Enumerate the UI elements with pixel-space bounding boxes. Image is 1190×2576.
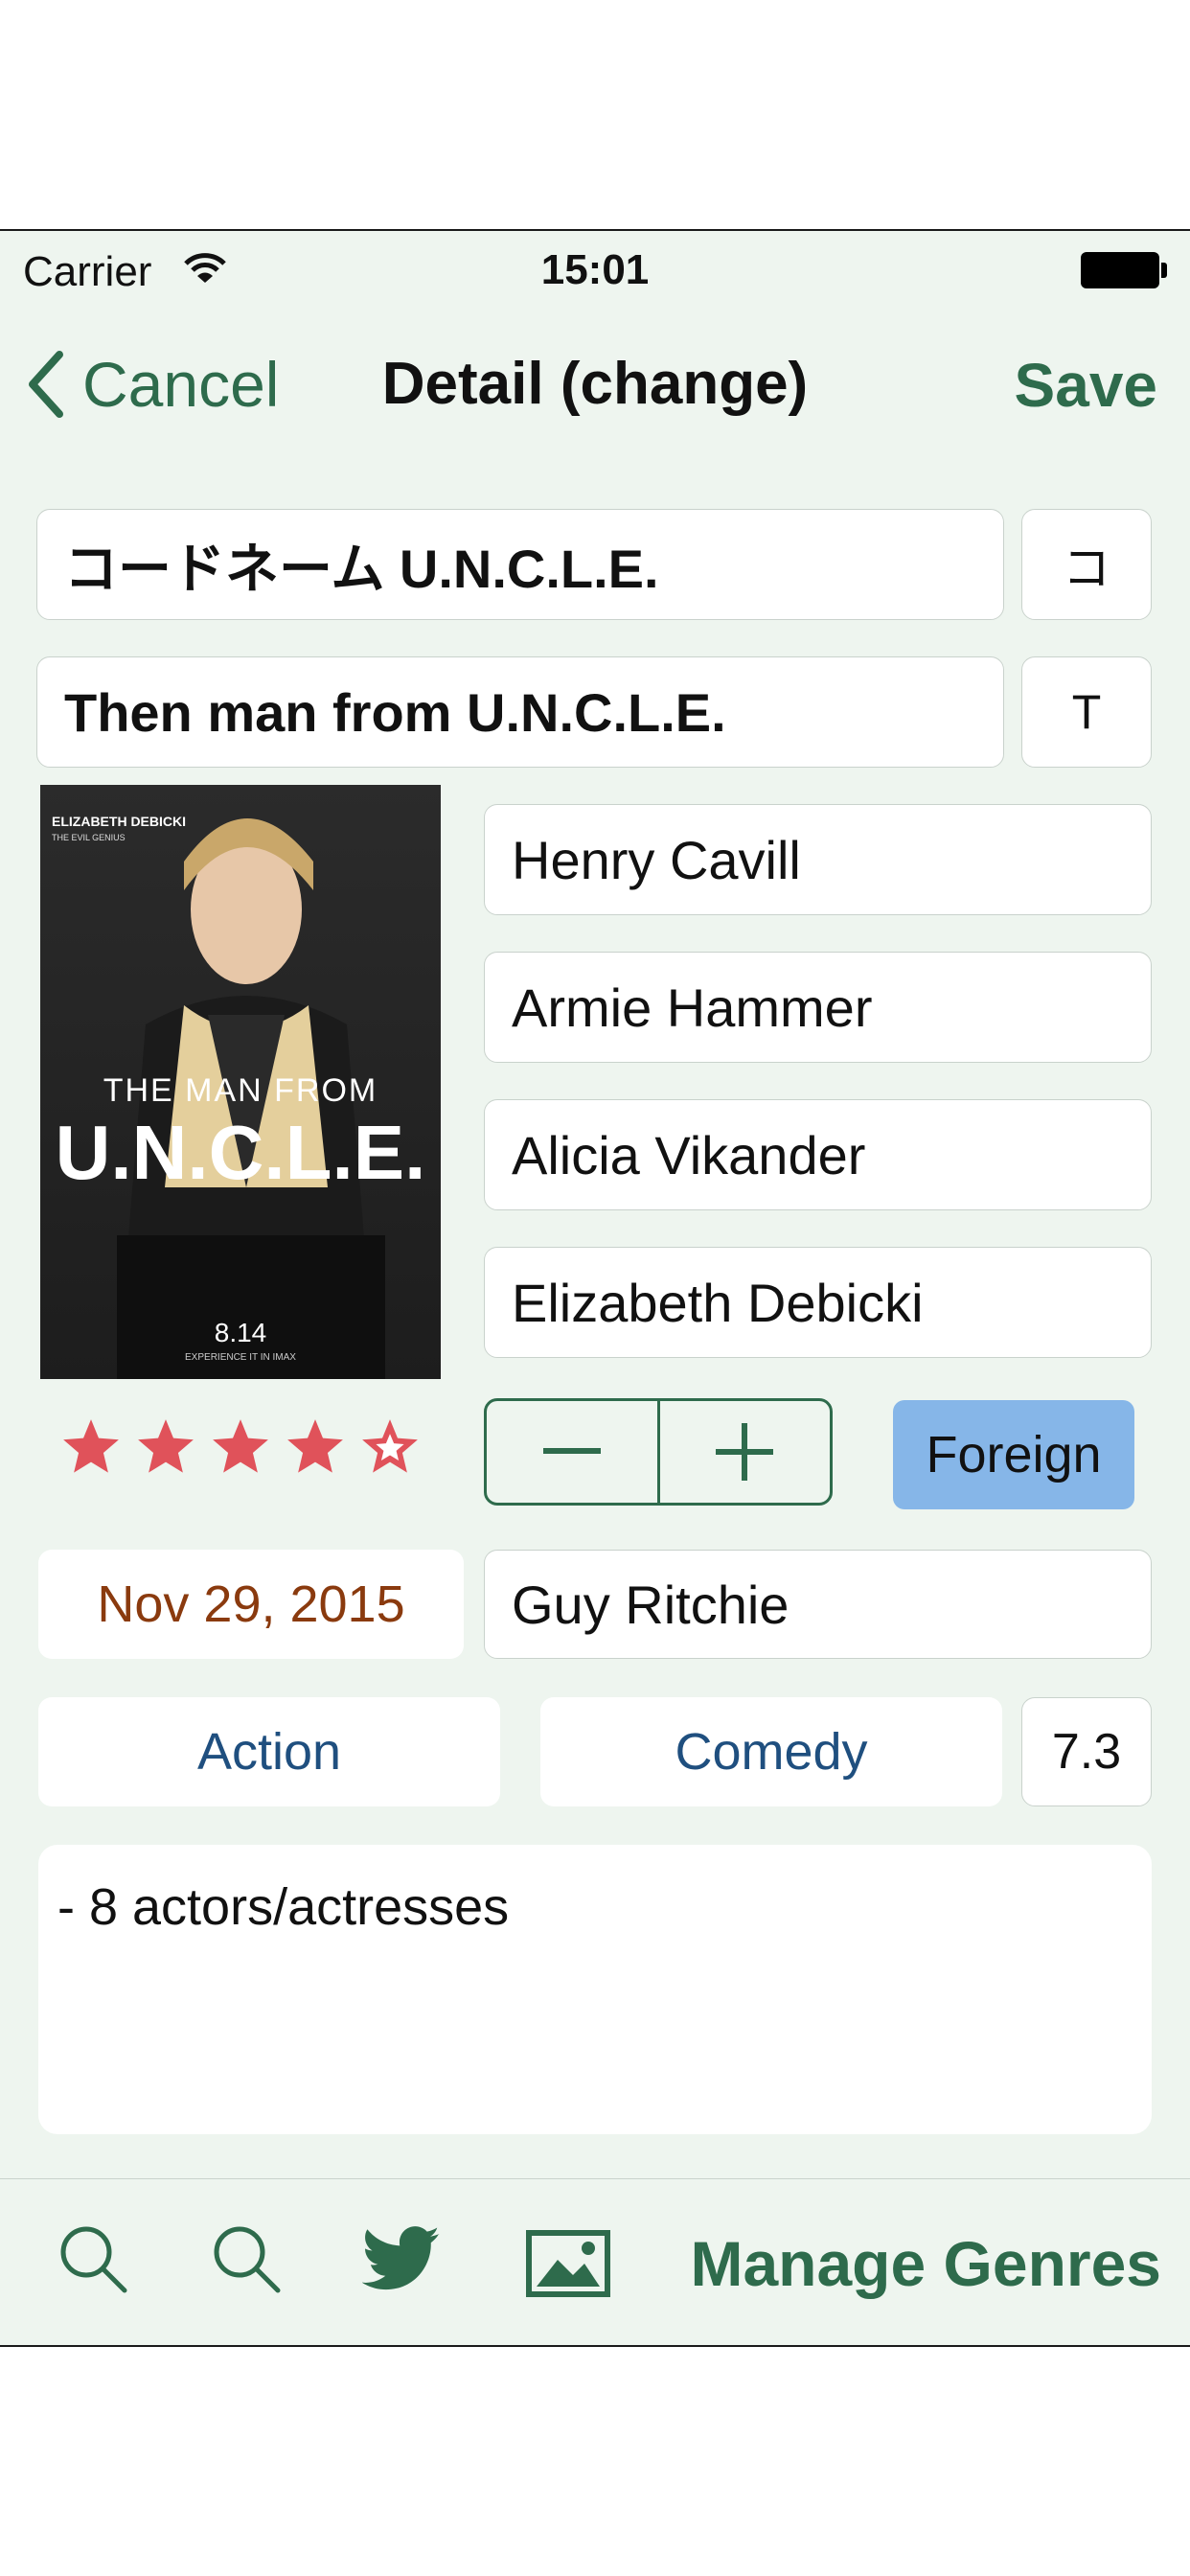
star-full-icon[interactable]: [134, 1415, 197, 1479]
score-field[interactable]: 7.3: [1021, 1697, 1152, 1806]
twitter-icon[interactable]: [362, 2225, 441, 2292]
poster-credit-sub: THE EVIL GENIUS: [52, 833, 126, 842]
poster-date: 8.14: [214, 1318, 267, 1347]
poster-tagline: EXPERIENCE IT IN IMAX: [185, 1352, 296, 1363]
star-full-icon[interactable]: [284, 1415, 347, 1479]
title-en-index-button[interactable]: T: [1021, 656, 1152, 768]
page-title: Detail (change): [381, 351, 809, 417]
rating-stepper[interactable]: [484, 1398, 833, 1506]
status-time: 15:01: [540, 246, 650, 293]
cast-field-2[interactable]: Armie Hammer: [484, 952, 1152, 1063]
star-rating[interactable]: [59, 1415, 422, 1479]
app-screen: Carrier 15:01 Cancel Detail (change) Sav…: [0, 229, 1190, 2347]
title-ja-input[interactable]: コードネーム U.N.C.L.E.: [36, 509, 1004, 620]
cast-field-1[interactable]: Henry Cavill: [484, 804, 1152, 915]
save-button[interactable]: Save: [1015, 350, 1157, 421]
title-en-input[interactable]: Then man from U.N.C.L.E.: [36, 656, 1004, 768]
search-icon[interactable]: [56, 2221, 132, 2298]
star-full-icon[interactable]: [209, 1415, 272, 1479]
battery-icon: [1081, 252, 1167, 288]
title-ja-index-button[interactable]: コ: [1021, 509, 1152, 620]
poster-credit: ELIZABETH DEBICKI: [52, 814, 186, 829]
star-half-icon[interactable]: [358, 1415, 422, 1479]
poster-line1: THE MAN FROM: [103, 1072, 378, 1109]
director-field[interactable]: Guy Ritchie: [484, 1550, 1152, 1659]
note-textarea[interactable]: - 8 actors/actresses: [38, 1845, 1152, 2134]
increment-button[interactable]: [660, 1401, 831, 1503]
manage-genres-button[interactable]: Manage Genres: [690, 2227, 1161, 2300]
cast-field-3[interactable]: Alicia Vikander: [484, 1099, 1152, 1210]
bottom-toolbar: Manage Genres: [0, 2178, 1190, 2344]
decrement-button[interactable]: [487, 1401, 657, 1503]
plus-icon: [716, 1423, 774, 1481]
poster-image[interactable]: ELIZABETH DEBICKI THE EVIL GENIUS THE MA…: [40, 785, 441, 1379]
genre-button-2[interactable]: Comedy: [540, 1697, 1002, 1806]
release-date-button[interactable]: Nov 29, 2015: [38, 1550, 464, 1659]
image-icon[interactable]: [525, 2229, 611, 2298]
foreign-toggle-button[interactable]: Foreign: [893, 1400, 1134, 1509]
star-full-icon[interactable]: [59, 1415, 123, 1479]
cast-field-4[interactable]: Elizabeth Debicki: [484, 1247, 1152, 1358]
poster-line2: U.N.C.L.E.: [55, 1110, 426, 1195]
search-icon[interactable]: [209, 2221, 286, 2298]
genre-button-1[interactable]: Action: [38, 1697, 500, 1806]
minus-icon: [542, 1448, 601, 1454]
